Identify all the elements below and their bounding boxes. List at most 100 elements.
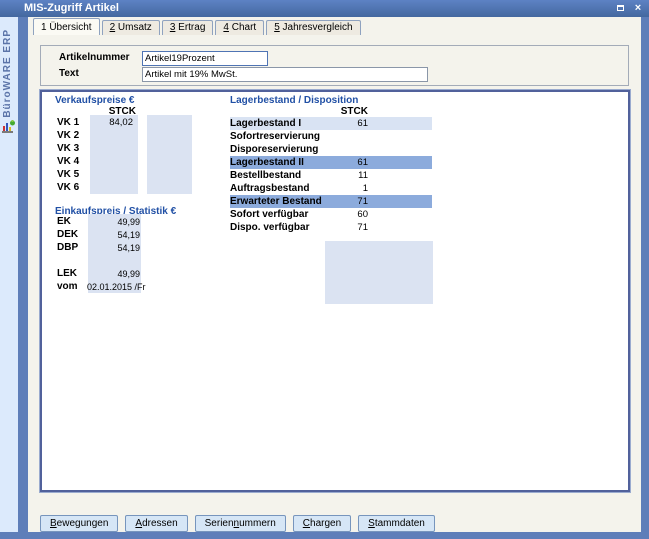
action-button-row: Bewegungen Adressen Seriennummern Chargen St…: [40, 515, 435, 532]
stock-row-value: 1: [342, 183, 368, 195]
price-row: VK 6: [57, 182, 136, 195]
price-row-value: [90, 143, 136, 156]
action-button-label: Adressen: [135, 518, 177, 529]
artikelnummer-input[interactable]: [142, 51, 268, 66]
stock-row-label: Disporeservierung: [230, 144, 342, 156]
stock-row: Lagerbestand II 61: [230, 156, 432, 169]
action-button[interactable]: Stammdaten: [358, 515, 435, 532]
price-row-label: VK 3: [57, 143, 90, 156]
price-row: DEK 54,19: [57, 229, 141, 242]
window-bottom-border: [0, 532, 649, 539]
price-row-label: VK 4: [57, 156, 90, 169]
action-button[interactable]: Adressen: [125, 515, 187, 532]
price-row-value: [90, 130, 136, 143]
restore-button[interactable]: [614, 2, 626, 14]
stock-row: Auftragsbestand 1: [230, 182, 432, 195]
action-button-label: Seriennummern: [205, 518, 276, 529]
stock-row-label: Erwarteter Bestand: [230, 196, 342, 208]
mis-window: MIS-Zugriff Artikel × BüroWARE ERP 1 Übe…: [0, 0, 649, 539]
article-header-box: Artikelnummer Text: [40, 45, 629, 86]
tab[interactable]: 4 Chart: [215, 20, 264, 35]
stock-row-value: 61: [342, 157, 368, 169]
stock-row-label: Sofortreservierung: [230, 131, 342, 143]
price-row-label: [57, 255, 87, 268]
stock-row-value: 60: [342, 209, 368, 221]
overview-panel: Verkaufspreise € STCK VK 1 84,02 VK 2 VK…: [40, 90, 630, 492]
action-button[interactable]: Chargen: [293, 515, 351, 532]
price-row: vom 02.01.2015 /Fr: [57, 281, 141, 294]
tab-label: 2 Umsatz: [110, 22, 152, 33]
tab-label: 1 Übersicht: [41, 22, 92, 33]
tab-label: 5 Jahresvergleich: [274, 22, 352, 33]
left-sidebar: BüroWARE ERP: [0, 17, 18, 532]
price-row-value: 54,19: [87, 242, 141, 255]
sales-price-table: VK 1 84,02 VK 2 VK 3 VK 4 VK 5 VK 6: [57, 117, 136, 195]
close-button[interactable]: ×: [632, 2, 644, 14]
stock-row-label: Auftragsbestand: [230, 183, 342, 195]
action-button-label: Stammdaten: [368, 518, 425, 529]
brand-label: BüroWARE ERP: [2, 29, 13, 118]
price-row-label: DBP: [57, 242, 87, 255]
tab[interactable]: 3 Ertrag: [162, 20, 214, 35]
close-icon: ×: [635, 3, 641, 13]
price-row-label: VK 2: [57, 130, 90, 143]
tab-label: 3 Ertrag: [170, 22, 206, 33]
action-button[interactable]: Bewegungen: [40, 515, 118, 532]
window-controls: ×: [614, 2, 644, 14]
stock-row-value: 11: [342, 170, 368, 182]
sales-price-field-2: [147, 115, 192, 194]
price-row: DBP 54,19: [57, 242, 141, 255]
price-row-value: 49,99: [87, 268, 141, 281]
tab-label: 4 Chart: [223, 22, 256, 33]
price-row-value: [87, 255, 141, 268]
stock-row: Lagerbestand I 61: [230, 117, 432, 130]
price-row-value: 54,19: [87, 229, 141, 242]
bar-chart-icon[interactable]: [1, 119, 16, 134]
price-row: EK 49,99: [57, 216, 141, 229]
price-row: VK 1 84,02: [57, 117, 136, 130]
stock-row-label: Bestellbestand: [230, 170, 342, 182]
sales-prices-title: Verkaufspreise €: [55, 95, 135, 106]
stock-row-label: Dispo. verfügbar: [230, 222, 342, 234]
stock-row: Disporeservierung: [230, 143, 432, 156]
price-row-label: vom: [57, 281, 87, 294]
stock-row: Dispo. verfügbar 71: [230, 221, 432, 234]
price-row: VK 3: [57, 143, 136, 156]
stock-unit-header: STCK: [328, 106, 368, 117]
price-row: VK 5: [57, 169, 136, 182]
text-label: Text: [59, 68, 79, 79]
price-row-value: [90, 182, 136, 195]
price-row-value: 84,02: [90, 117, 136, 130]
stock-row: Sofortreservierung: [230, 130, 432, 143]
price-row-label: EK: [57, 216, 87, 229]
tab[interactable]: 5 Jahresvergleich: [266, 20, 360, 35]
window-right-border: [641, 17, 649, 532]
stock-row-label: Sofort verfügbar: [230, 209, 342, 221]
price-row-label: DEK: [57, 229, 87, 242]
stock-row-value: 71: [342, 222, 368, 234]
stock-row: Erwarteter Bestand 71: [230, 195, 432, 208]
price-row: LEK 49,99: [57, 268, 141, 281]
restore-icon: [617, 5, 624, 11]
action-button[interactable]: Seriennummern: [195, 515, 286, 532]
tab-bar: 1 Übersicht 2 Umsatz 3 Ertrag 4 Chart 5 Jahr…: [33, 19, 361, 35]
action-button-label: Chargen: [303, 518, 341, 529]
artikelnummer-label: Artikelnummer: [59, 52, 130, 63]
price-row-value: 49,99: [87, 216, 141, 229]
stock-row-value: 71: [342, 196, 368, 208]
tab[interactable]: 2 Umsatz: [102, 20, 160, 35]
price-row-label: VK 1: [57, 117, 90, 130]
price-row-value: [90, 156, 136, 169]
price-row: VK 4: [57, 156, 136, 169]
stock-table: Lagerbestand I 61 Sofortreservierung Dis…: [230, 117, 432, 234]
text-input[interactable]: [142, 67, 428, 82]
price-row-label: LEK: [57, 268, 87, 281]
stock-locations-field: [325, 241, 433, 304]
stock-row-label: Lagerbestand II: [230, 157, 342, 169]
price-row: [57, 255, 141, 268]
stock-row-value: 61: [342, 118, 368, 130]
purchase-price-table: EK 49,99 DEK 54,19 DBP 54,19 LEK 49,99 v…: [57, 216, 141, 294]
panel-left-edge: [18, 17, 28, 532]
tab[interactable]: 1 Übersicht: [33, 18, 100, 35]
price-row: VK 2: [57, 130, 136, 143]
